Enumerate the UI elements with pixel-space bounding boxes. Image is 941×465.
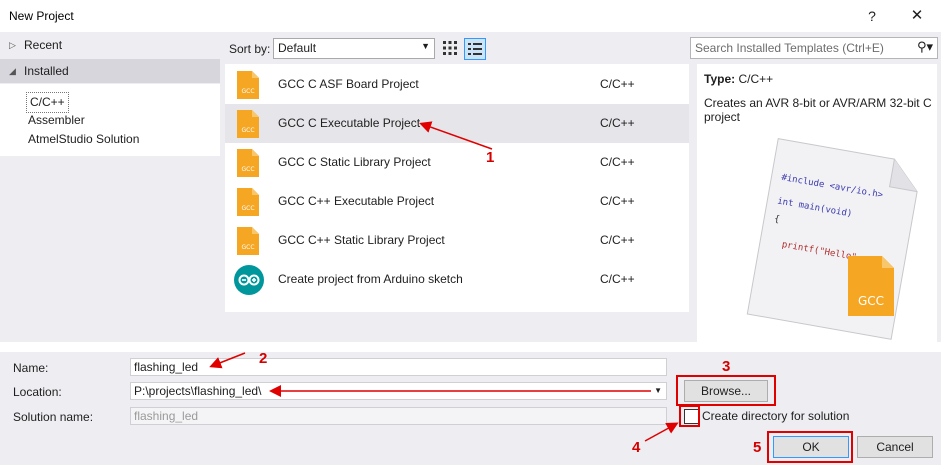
- arrow-2: [209, 352, 246, 369]
- annotation-number-1: 1: [486, 149, 495, 166]
- annotation-number-2: 2: [259, 350, 268, 367]
- annotation-number-3: 3: [722, 358, 731, 375]
- annotation-number-4: 4: [632, 439, 641, 456]
- arrow-4: [644, 422, 679, 442]
- annotation-number-5: 5: [753, 439, 762, 456]
- arrow-1: [419, 121, 493, 150]
- annotation-arrows: [209, 121, 679, 442]
